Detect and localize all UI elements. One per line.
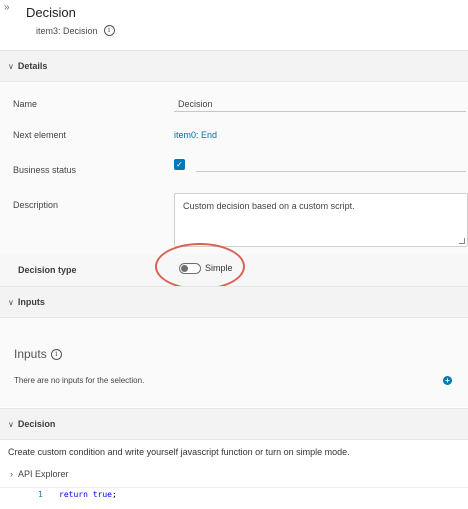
inputs-empty-message: There are no inputs for the selection. bbox=[14, 376, 145, 385]
code-line-number: 1 bbox=[38, 490, 43, 499]
description-text: Custom decision based on a custom script… bbox=[183, 201, 355, 211]
code-keyword: return bbox=[59, 490, 88, 499]
details-section-header[interactable] bbox=[0, 50, 468, 82]
decision-description: Create custom condition and write yourse… bbox=[8, 447, 350, 457]
next-element-label: Next element bbox=[13, 130, 67, 140]
decision-section-toggle[interactable]: ∨ Decision bbox=[8, 419, 55, 429]
chevron-down-icon: ∨ bbox=[8, 297, 14, 307]
business-status-checkbox[interactable]: ✓ bbox=[174, 159, 185, 170]
name-field[interactable]: Decision bbox=[178, 99, 213, 109]
inputs-section-header[interactable] bbox=[0, 286, 468, 318]
details-section-label: Details bbox=[17, 61, 48, 71]
item-subtitle-text: item3: Decision bbox=[36, 25, 98, 36]
decision-section-header[interactable] bbox=[0, 408, 468, 440]
resize-handle-icon[interactable] bbox=[459, 238, 465, 244]
details-section-toggle[interactable]: ∨ Details bbox=[8, 61, 47, 71]
inputs-heading: Inputs i bbox=[14, 347, 62, 361]
code-terminator: ; bbox=[112, 490, 117, 499]
decision-section-label: Decision bbox=[17, 419, 56, 429]
info-icon[interactable]: i bbox=[50, 348, 62, 360]
business-status-field[interactable] bbox=[196, 171, 466, 172]
highlight-annotation-ring bbox=[155, 243, 245, 290]
description-label: Description bbox=[13, 200, 59, 210]
item-subtitle: item3: Decision i bbox=[36, 25, 115, 36]
name-label: Name bbox=[13, 99, 38, 109]
next-element-link[interactable]: item0: End bbox=[174, 130, 217, 140]
code-value: true bbox=[92, 490, 112, 499]
info-icon[interactable]: i bbox=[103, 25, 115, 36]
add-input-button[interactable]: + bbox=[443, 376, 452, 385]
business-status-label: Business status bbox=[13, 165, 77, 175]
inputs-section-body bbox=[0, 318, 468, 407]
decision-type-label: Decision type bbox=[18, 265, 77, 275]
chevron-down-icon: ∨ bbox=[8, 61, 14, 71]
inputs-section-toggle[interactable]: ∨ Inputs bbox=[8, 297, 45, 307]
api-explorer-label: API Explorer bbox=[18, 469, 69, 479]
code-line[interactable]: return true; bbox=[59, 490, 117, 499]
collapse-panel-icon[interactable]: » bbox=[4, 3, 10, 13]
chevron-right-icon: › bbox=[10, 469, 13, 479]
chevron-down-icon: ∨ bbox=[8, 419, 14, 429]
inputs-heading-text: Inputs bbox=[14, 347, 47, 361]
page-title: Decision bbox=[26, 5, 76, 20]
name-field-underline bbox=[174, 111, 466, 112]
description-textarea[interactable]: Custom decision based on a custom script… bbox=[174, 193, 468, 247]
inputs-section-label: Inputs bbox=[17, 297, 45, 307]
api-explorer-toggle[interactable]: › API Explorer bbox=[10, 469, 69, 479]
